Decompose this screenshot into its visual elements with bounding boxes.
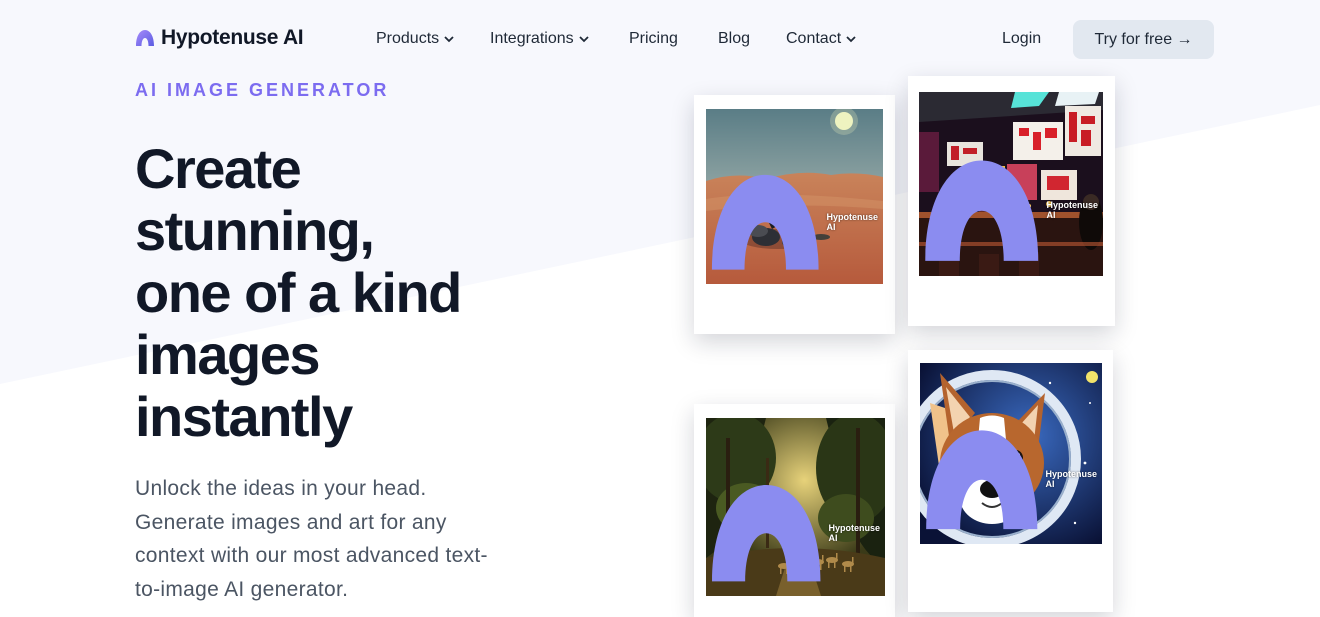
watermark: Hypotenuse AI <box>706 163 878 281</box>
nav-pricing-label: Pricing <box>629 30 678 47</box>
gallery-card: Hypotenuse AI <box>694 404 895 617</box>
hypotenuse-logo-icon <box>712 484 821 581</box>
chevron-down-icon <box>578 36 589 43</box>
gallery-card: Hypotenuse AI <box>694 95 895 334</box>
nav-integrations-label: Integrations <box>490 30 574 47</box>
nav-contact-label: Contact <box>786 30 842 47</box>
headline-line: stunning, <box>135 199 375 262</box>
nav-pricing[interactable]: Pricing <box>629 30 678 48</box>
watermark-label: Hypotenuse AI <box>828 522 880 543</box>
forest-deer-image: Hypotenuse AI <box>706 418 885 596</box>
headline-line: instantly <box>135 385 353 448</box>
chevron-down-icon <box>444 36 454 43</box>
headline-line: images <box>135 323 321 386</box>
desert-figure-image: Hypotenuse AI <box>706 109 883 284</box>
try-for-free-button[interactable]: Try for free → <box>1073 20 1214 59</box>
astronaut-corgi-image: Hypotenuse AI <box>920 363 1102 544</box>
nav-blog[interactable]: Blog <box>718 30 750 48</box>
nav-blog-label: Blog <box>718 30 751 47</box>
hero-eyebrow: AI IMAGE GENERATOR <box>135 80 390 100</box>
hypotenuse-logo-icon <box>925 160 1039 261</box>
hypotenuse-logo-icon <box>136 30 154 46</box>
hero-subtext: Unlock the ideas in your head. Generate … <box>135 477 488 601</box>
nav-integrations[interactable]: Integrations <box>490 30 590 48</box>
nav-products[interactable]: Products <box>376 30 455 48</box>
top-navigation: Hypotenuse AI Products Integrations Pric… <box>0 0 1320 80</box>
login-link[interactable]: Login <box>1002 30 1041 48</box>
watermark-label: Hypotenuse AI <box>1046 200 1098 221</box>
watermark-label: Hypotenuse AI <box>826 211 878 232</box>
brand-logo[interactable]: Hypotenuse AI <box>135 26 304 50</box>
hero-headline: Create stunning, one of a kind images in… <box>135 138 495 448</box>
watermark: Hypotenuse AI <box>920 418 1097 541</box>
nav-contact[interactable]: Contact <box>786 30 857 48</box>
headline-line: one of a kind <box>135 261 462 324</box>
hypotenuse-logo-icon <box>711 174 819 270</box>
chevron-down-icon <box>846 36 856 43</box>
brand-name: Hypotenuse AI <box>161 26 304 49</box>
nav-products-label: Products <box>376 30 440 47</box>
watermark: Hypotenuse AI <box>919 148 1098 273</box>
hypotenuse-logo-icon <box>926 429 1038 529</box>
gallery-card: Hypotenuse AI <box>908 350 1113 612</box>
watermark-label: Hypotenuse AI <box>1045 469 1097 490</box>
gallery-card: Hypotenuse AI <box>908 76 1115 326</box>
neon-bar-image: Hypotenuse AI <box>919 92 1103 276</box>
headline-line: Create <box>135 137 302 200</box>
watermark: Hypotenuse AI <box>706 473 880 593</box>
